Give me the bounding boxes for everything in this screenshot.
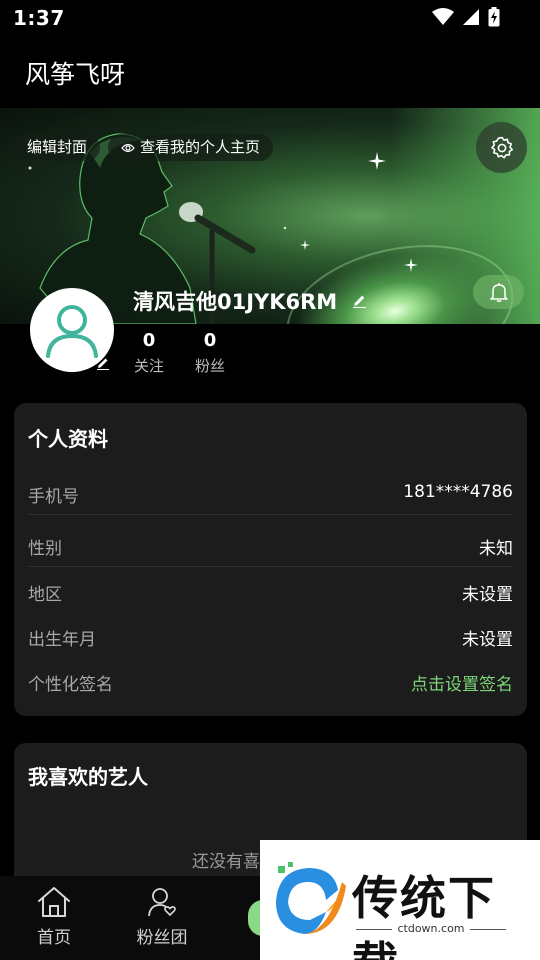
info-row-signature[interactable]: 个性化签名 点击设置签名: [28, 657, 513, 703]
user-icon: [46, 305, 98, 358]
region-label: 地区: [28, 585, 62, 605]
app-title: 风筝飞呀: [25, 60, 126, 89]
nav-fan-club-label: 粉丝团: [136, 928, 188, 948]
followers-count: 0: [203, 330, 217, 351]
home-icon: [38, 887, 70, 917]
signal-icon: [463, 9, 479, 25]
notification-button[interactable]: [473, 275, 524, 309]
fan-club-icon: [148, 888, 176, 917]
phone-value: 181****4786: [403, 482, 513, 502]
info-row-region[interactable]: 地区 未设置: [28, 567, 513, 613]
wifi-icon: [432, 8, 454, 25]
bell-icon: [489, 283, 508, 302]
nav-fan-club[interactable]: 粉丝团: [130, 886, 194, 948]
sparkle-icon: [404, 258, 418, 272]
following-stat[interactable]: 0 关注: [129, 330, 169, 376]
personal-info-title: 个人资料: [28, 427, 108, 451]
nav-home[interactable]: 首页: [32, 886, 76, 948]
watermark-brand: 传统下载: [352, 871, 496, 960]
phone-label: 手机号: [28, 487, 79, 507]
birth-label: 出生年月: [28, 630, 96, 650]
settings-button[interactable]: [476, 122, 527, 173]
gear-icon: [490, 136, 513, 159]
gender-value: 未知: [479, 539, 513, 559]
followers-stat[interactable]: 0 粉丝: [190, 330, 230, 376]
signature-label: 个性化签名: [28, 675, 113, 695]
edit-username-icon[interactable]: [352, 293, 367, 308]
username: 清风吉他01JYK6RM: [133, 290, 338, 314]
birth-value: 未设置: [462, 630, 513, 650]
sparkle-icon: [368, 152, 386, 170]
edit-cover-button[interactable]: 编辑封面: [14, 134, 101, 161]
region-value: 未设置: [462, 585, 513, 605]
info-row-phone: 手机号 181****4786: [28, 469, 513, 515]
edit-cover-label: 编辑封面: [27, 138, 88, 156]
nav-home-label: 首页: [37, 928, 71, 948]
status-bar: 1:37: [0, 0, 540, 40]
followers-label: 粉丝: [194, 357, 225, 375]
empty-state-text: 还没有喜: [192, 852, 260, 872]
watermark: 传统下载 ctdown.com: [260, 840, 540, 960]
gender-label: 性别: [28, 539, 62, 559]
view-homepage-button[interactable]: 查看我的个人主页: [108, 134, 274, 161]
favorite-artists-title: 我喜欢的艺人: [28, 765, 148, 789]
divider: [28, 514, 513, 515]
watermark-logo-icon: [276, 862, 346, 934]
status-icons: [432, 7, 500, 27]
info-row-gender[interactable]: 性别 未知: [28, 521, 513, 567]
status-time: 1:37: [13, 6, 65, 30]
eye-icon: [121, 143, 135, 152]
sparkle-icon: [300, 240, 310, 250]
following-label: 关注: [133, 357, 164, 375]
info-row-birth[interactable]: 出生年月 未设置: [28, 612, 513, 658]
personal-info-card: 个人资料 手机号 181****4786 性别 未知 地区 未设置 出生年月 未…: [14, 403, 527, 716]
battery-icon: [488, 7, 500, 27]
signature-value[interactable]: 点击设置签名: [411, 670, 513, 695]
edit-avatar-icon[interactable]: [96, 356, 110, 370]
following-count: 0: [142, 330, 156, 351]
watermark-url: ctdown.com: [397, 922, 465, 935]
view-homepage-label: 查看我的个人主页: [140, 138, 261, 156]
